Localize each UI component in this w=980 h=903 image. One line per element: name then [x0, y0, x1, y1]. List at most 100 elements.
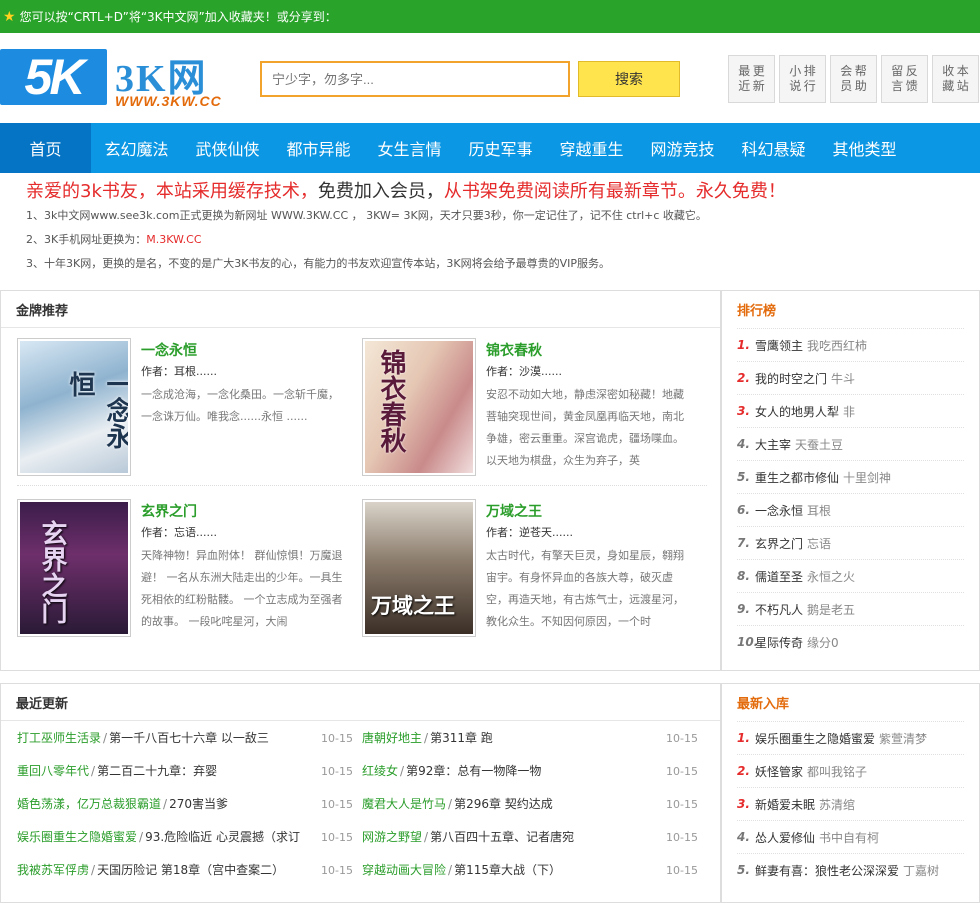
rank-num: 10. — [737, 635, 759, 649]
list-item[interactable]: 4. 怂人爱修仙 书中自有柯 — [737, 820, 964, 853]
nav-wangyou[interactable]: 网游竞技 — [637, 123, 728, 173]
book-card: 一念永恒 一念永恒 作者：耳根...... 一念成沧海，一念化桑田。一念斩千魔，… — [17, 338, 347, 478]
update-date: 10-15 — [666, 864, 698, 877]
notice-line: 2、3K手机网址更换为：M.3KW.CC — [26, 228, 980, 252]
list-item[interactable]: 2. 我的时空之门 牛斗 — [737, 361, 964, 394]
book-desc: 一念成沧海，一念化桑田。一念斩千魔，一念诛万仙。唯我念......永恒 ....… — [141, 388, 339, 423]
search-input[interactable] — [260, 61, 570, 97]
nav-other[interactable]: 其他类型 — [819, 123, 910, 173]
site-logo[interactable]: 5K 3K网 WWW.3KW.CC — [0, 47, 250, 117]
update-book-title[interactable]: 打工巫师生活录 — [17, 729, 101, 746]
quick-link-rank[interactable]: 小说 排行 — [779, 55, 826, 103]
book-title[interactable]: 锦衣春秋 — [486, 340, 542, 360]
rank-title[interactable]: 玄界之门 — [755, 535, 803, 552]
list-item[interactable]: 1. 娱乐圈重生之隐婚蜜爱 紫萱清梦 — [737, 721, 964, 754]
update-chapter[interactable]: 天国历险记 第18章（宫中查案二） — [97, 861, 284, 878]
rank-title[interactable]: 大主宰 — [755, 436, 791, 453]
nav-dushi[interactable]: 都市异能 — [273, 123, 364, 173]
quick-link-bookmark[interactable]: 收藏 本站 — [932, 55, 979, 103]
update-book-title[interactable]: 红绫女 — [362, 762, 398, 779]
bookmark-hint: 您可以按“CRTL+D”将“3K中文网”加入收藏夹！或分享到： — [19, 10, 337, 24]
book-cover[interactable]: 一念永恒 — [17, 338, 131, 476]
list-item[interactable]: 8. 儒道至圣 永恒之火 — [737, 559, 964, 592]
quick-link-help[interactable]: 会员 帮助 — [830, 55, 877, 103]
nav-nvsheng[interactable]: 女生言情 — [364, 123, 455, 173]
update-chapter[interactable]: 第二百二十九章：弃婴 — [97, 762, 217, 779]
update-chapter[interactable]: 第八百四十五章、记者唐宛 — [430, 828, 574, 845]
list-item[interactable]: 3. 新婚爱未眠 苏清绾 — [737, 787, 964, 820]
update-book-title[interactable]: 娱乐圈重生之隐婚蜜爱 — [17, 828, 137, 845]
list-item[interactable]: 7. 玄界之门 忘语 — [737, 526, 964, 559]
ranking-title: 排行榜 — [737, 304, 777, 319]
list-item[interactable]: 6. 一念永恒 耳根 — [737, 493, 964, 526]
book-author: 作者：逆苍天...... — [486, 526, 573, 539]
rank-title[interactable]: 我的时空之门 — [755, 370, 827, 387]
cover-text: 玄界之门 — [37, 520, 67, 624]
update-book-title[interactable]: 魔君大人是竹马 — [362, 795, 446, 812]
separator: / — [448, 796, 453, 811]
list-item[interactable]: 9. 不朽凡人 鹅是老五 — [737, 592, 964, 625]
rank-title[interactable]: 星际传奇 — [755, 634, 803, 651]
update-chapter[interactable]: 270害当爹 — [169, 795, 228, 812]
update-chapter[interactable]: 第115章大战（下） — [454, 861, 561, 878]
list-item[interactable]: 2. 妖怪管家 都叫我铭子 — [737, 754, 964, 787]
search-button[interactable]: 搜索 — [578, 61, 680, 97]
rank-title[interactable]: 雪鹰领主 — [755, 337, 803, 354]
book-cover[interactable]: 万域之王 — [362, 499, 476, 637]
rank-author: 非 — [843, 404, 856, 419]
list-item[interactable]: 5. 重生之都市修仙 十里剑神 — [737, 460, 964, 493]
book-title[interactable]: 万域之王 — [486, 501, 542, 521]
rank-title[interactable]: 新婚爱未眠 — [755, 796, 815, 813]
rank-title[interactable]: 儒道至圣 — [755, 568, 803, 585]
nav-wuxia[interactable]: 武侠仙侠 — [182, 123, 273, 173]
rank-author: 鹅是老五 — [807, 602, 856, 617]
list-item[interactable]: 3. 女人的地男人犁非 — [737, 394, 964, 427]
update-book-title[interactable]: 重回八零年代 — [17, 762, 89, 779]
nav-lishi[interactable]: 历史军事 — [455, 123, 546, 173]
nav-xuanhuan[interactable]: 玄幻魔法 — [91, 123, 182, 173]
update-chapter[interactable]: 93.危险临近 心灵震撼（求订 — [145, 828, 300, 845]
rank-title[interactable]: 怂人爱修仙 — [755, 829, 815, 846]
update-chapter[interactable]: 第一千八百七十六章 以一敌三 — [109, 729, 269, 746]
rank-num: 2. — [737, 371, 750, 385]
list-item[interactable]: 4. 大主宰 天蚕土豆 — [737, 427, 964, 460]
cover-text: 万域之王 — [371, 593, 455, 618]
newbooks-title: 最新入库 — [737, 697, 790, 712]
rank-num: 3. — [737, 404, 750, 418]
update-book-title[interactable]: 穿越动画大冒险 — [362, 861, 446, 878]
book-title[interactable]: 一念永恒 — [141, 340, 197, 360]
nav-kehuan[interactable]: 科幻悬疑 — [728, 123, 819, 173]
update-chapter[interactable]: 第311章 跑 — [430, 729, 493, 746]
list-item[interactable]: 10. 星际传奇 缘分0 — [737, 625, 964, 658]
update-book-title[interactable]: 我被苏军俘虏 — [17, 861, 89, 878]
rank-title[interactable]: 重生之都市修仙 — [755, 469, 839, 486]
updates-panel: 最近更新 打工巫师生活录 / 第一千八百七十六章 以一敌三 10-15 重回八零年代… — [0, 683, 721, 903]
book-title[interactable]: 玄界之门 — [141, 501, 197, 521]
list-item[interactable]: 1. 雪鹰领主 我吃西红柿 — [737, 328, 964, 361]
mobile-url-link[interactable]: M.3KW.CC — [146, 233, 201, 246]
rank-title[interactable]: 女人的地男人犁 — [755, 403, 839, 420]
nav-home[interactable]: 首页 — [0, 123, 91, 173]
update-book-title[interactable]: 婚色荡漾，亿万总裁狠霸道 — [17, 795, 161, 812]
update-book-title[interactable]: 网游之野望 — [362, 828, 422, 845]
update-book-title[interactable]: 唐朝好地主 — [362, 729, 422, 746]
update-chapter[interactable]: 第92章：总有一物降一物 — [406, 762, 541, 779]
update-date: 10-15 — [321, 732, 353, 745]
book-cover[interactable]: 锦衣春秋 — [362, 338, 476, 476]
rank-title[interactable]: 不朽凡人 — [755, 601, 803, 618]
rank-title[interactable]: 鲜妻有喜：狼性老公深深爱 — [755, 862, 899, 879]
book-author: 作者：忘语...... — [141, 526, 217, 539]
rank-title[interactable]: 一念永恒 — [755, 502, 803, 519]
rank-author: 我吃西红柿 — [807, 338, 868, 353]
quick-link-recent[interactable]: 最近 更新 — [728, 55, 775, 103]
book-cover[interactable]: 玄界之门 — [17, 499, 131, 637]
rank-title[interactable]: 妖怪管家 — [755, 763, 803, 780]
update-chapter[interactable]: 第296章 契约达成 — [454, 795, 553, 812]
rank-title[interactable]: 娱乐圈重生之隐婚蜜爱 — [755, 730, 875, 747]
separator: / — [163, 796, 168, 811]
nav-chuanyue[interactable]: 穿越重生 — [546, 123, 637, 173]
quick-link-feedback[interactable]: 留言 反馈 — [881, 55, 928, 103]
quick-label: 留言 — [891, 64, 904, 93]
list-item[interactable]: 5. 鲜妻有喜：狼性老公深深爱 丁嘉树 — [737, 853, 964, 886]
rank-num: 8. — [737, 569, 750, 583]
